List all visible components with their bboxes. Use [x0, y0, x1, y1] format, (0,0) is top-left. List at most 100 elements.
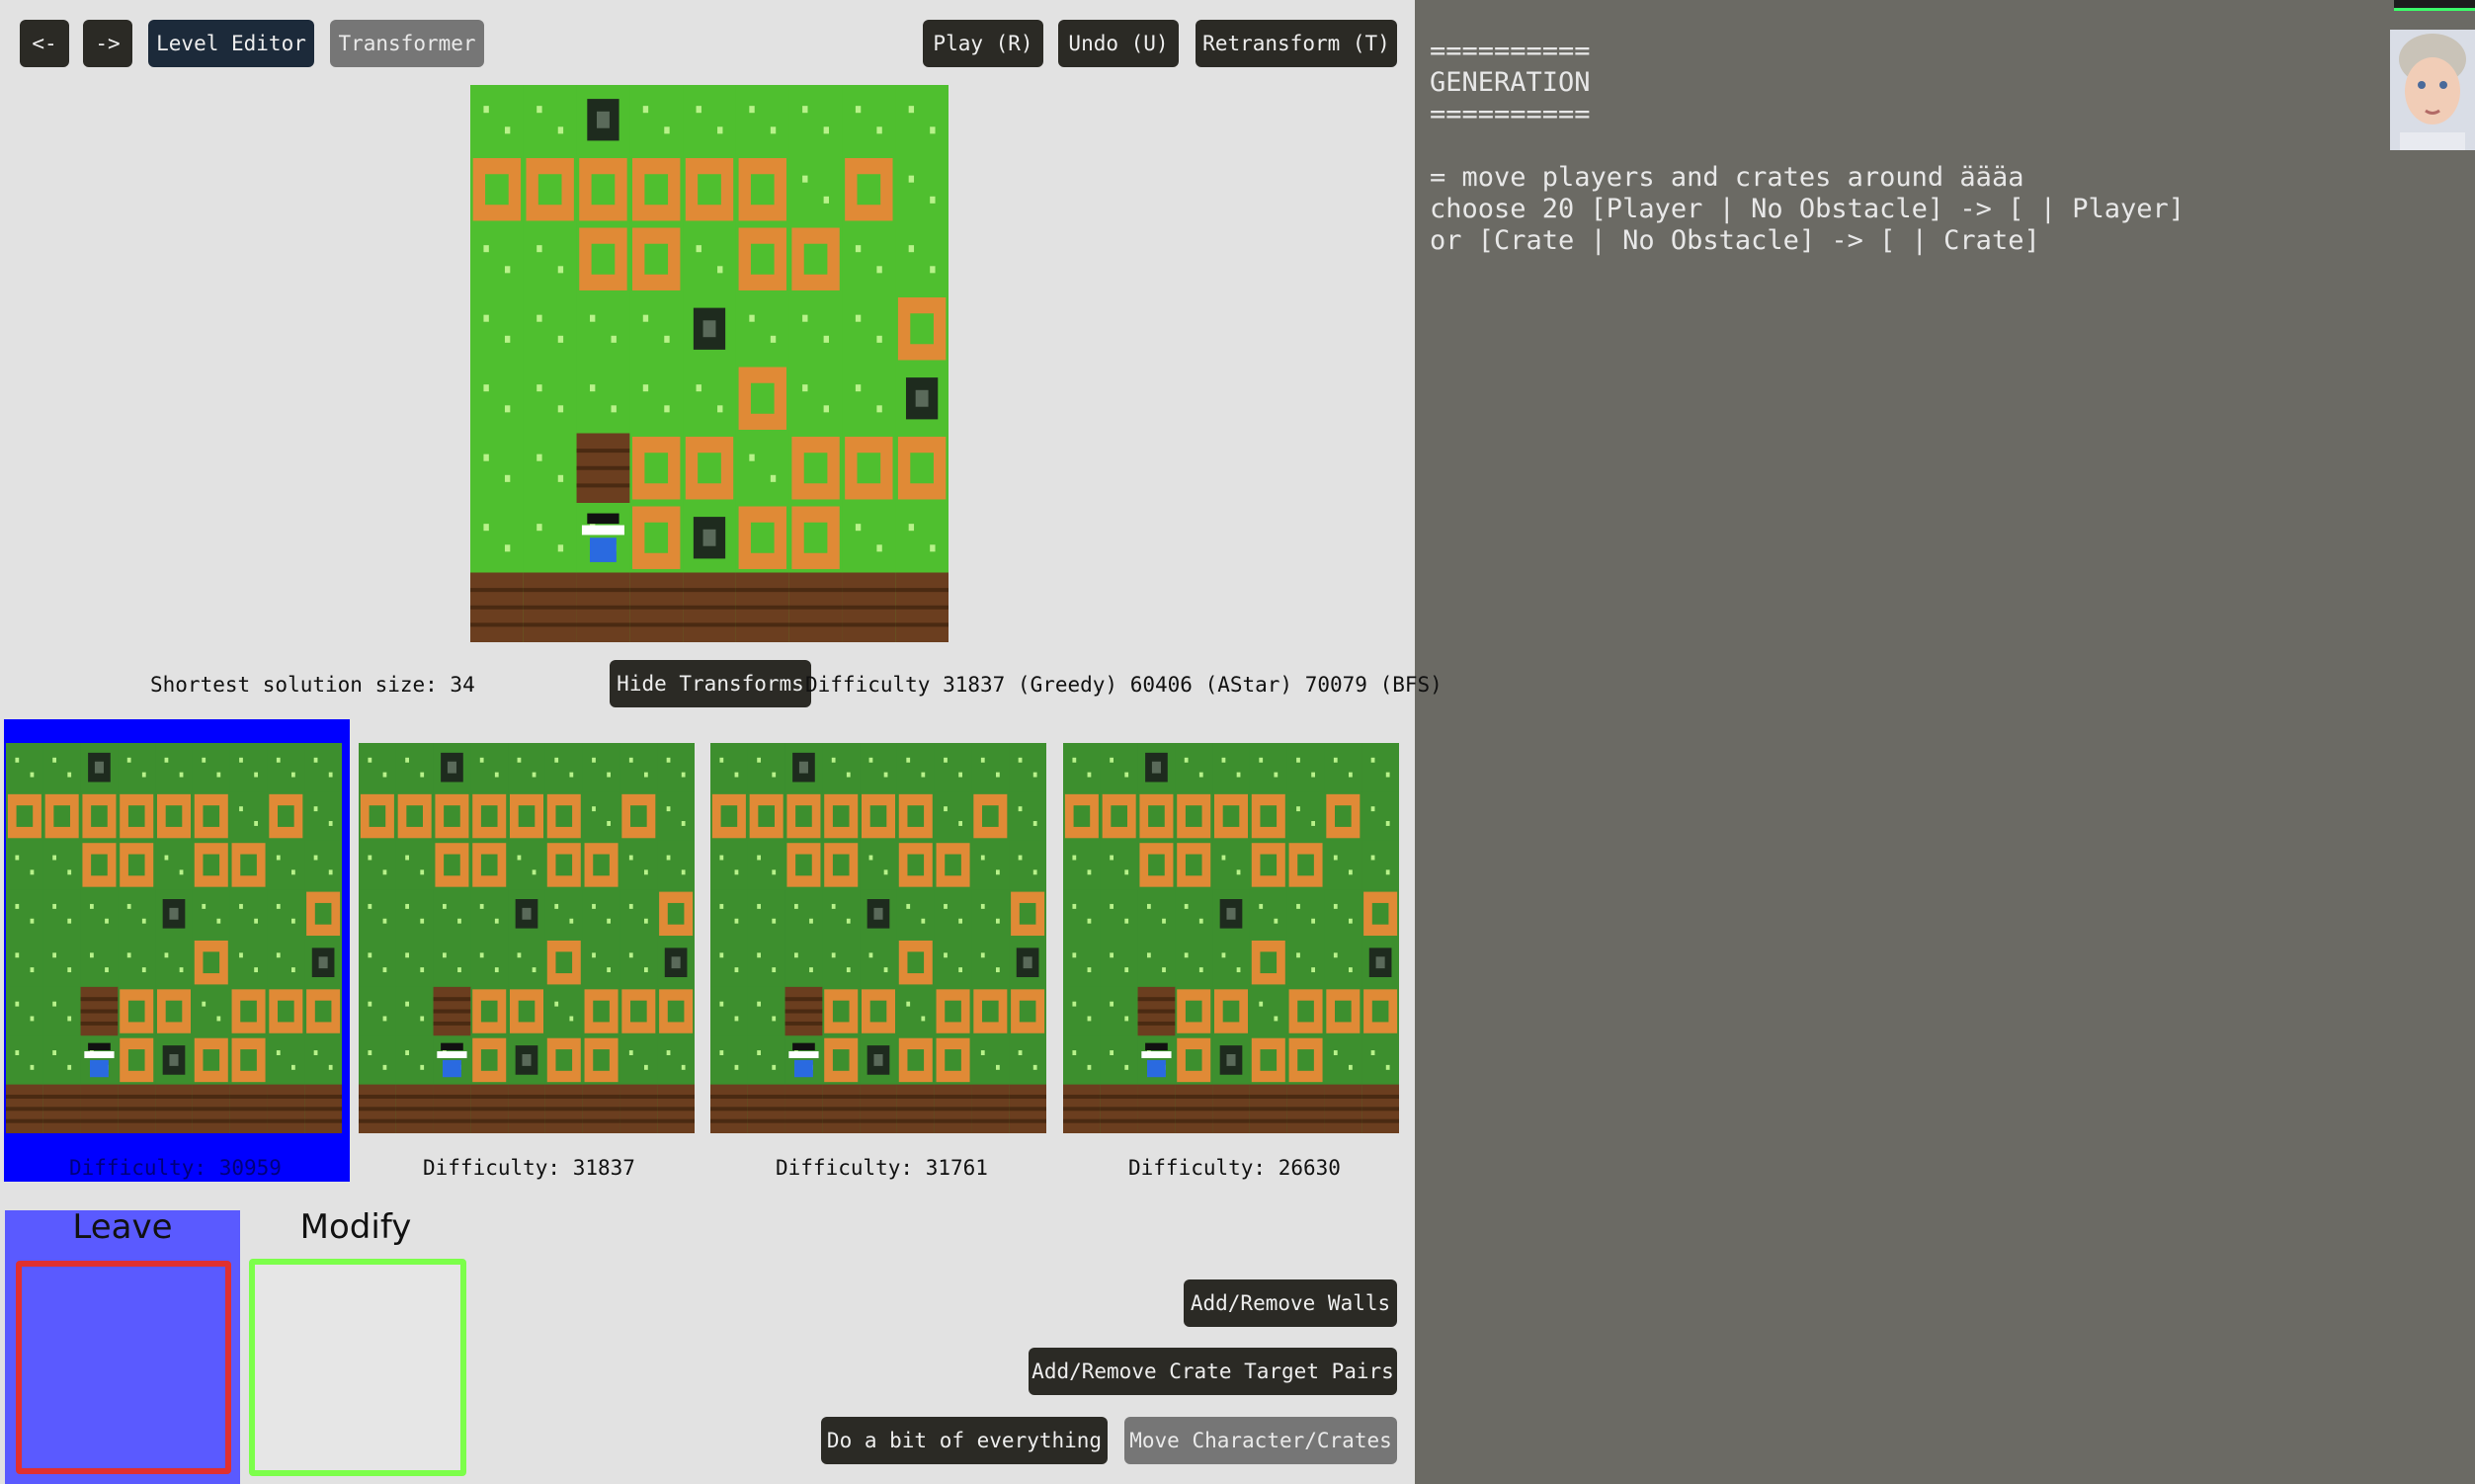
- grass-tile: [267, 840, 305, 890]
- grass-tile: [470, 503, 525, 573]
- grass-tile: [267, 1035, 305, 1086]
- grass-tile: [710, 840, 749, 890]
- grass-tile: [747, 938, 786, 988]
- candidate-difficulty: Difficulty: 31761: [776, 1156, 988, 1180]
- grass-tile: [359, 1035, 397, 1086]
- grass-tile: [582, 791, 620, 842]
- grass-tile: [118, 938, 156, 988]
- candidate-thumbnail[interactable]: [1063, 743, 1399, 1133]
- grass-tile: [544, 743, 584, 792]
- grass-tile: [1212, 938, 1251, 988]
- grass-tile: [508, 840, 546, 890]
- add-remove-crate-target-pairs-button[interactable]: Add/Remove Crate Target Pairs: [1029, 1348, 1397, 1395]
- grass-tile: [80, 889, 119, 939]
- main-level-canvas[interactable]: [470, 85, 949, 642]
- grass-tile: [710, 889, 749, 939]
- grass-tile: [470, 433, 525, 504]
- move-character-crates-button[interactable]: Move Character/Crates: [1124, 1417, 1397, 1464]
- hide-transforms-button[interactable]: Hide Transforms: [610, 660, 811, 707]
- grass-tile: [1324, 1035, 1362, 1086]
- grass-tile: [842, 364, 896, 434]
- forward-button[interactable]: ->: [83, 20, 132, 67]
- grass-tile: [155, 938, 194, 988]
- grass-tile: [576, 364, 630, 434]
- player-sprite: [1145, 1042, 1168, 1051]
- grass-tile: [683, 364, 737, 434]
- grass-tile: [1361, 1035, 1399, 1086]
- grass-tile: [822, 743, 861, 792]
- grass-tile: [155, 743, 194, 792]
- candidate-thumbnail[interactable]: [359, 743, 695, 1133]
- grass-tile: [1249, 986, 1288, 1036]
- top-right-indicator: [2394, 0, 2475, 11]
- grass-tile: [747, 840, 786, 890]
- grass-tile: [267, 889, 305, 939]
- grass-tile: [1063, 938, 1102, 988]
- grass-tile: [470, 889, 509, 939]
- grass-tile: [710, 938, 749, 988]
- grass-tile: [304, 743, 342, 792]
- grass-tile: [192, 986, 231, 1036]
- grass-tile: [229, 743, 268, 792]
- grass-tile: [1324, 743, 1362, 792]
- grass-tile: [304, 840, 342, 890]
- grass-tile: [523, 85, 578, 155]
- grass-tile: [544, 889, 584, 939]
- add-remove-walls-button[interactable]: Add/Remove Walls: [1184, 1279, 1397, 1327]
- grass-tile: [6, 938, 44, 988]
- grass-tile: [896, 986, 936, 1036]
- grass-tile: [395, 1035, 435, 1086]
- grass-tile: [657, 791, 695, 842]
- candidate-difficulty: Difficulty: 30959: [69, 1156, 282, 1180]
- grass-tile: [1175, 743, 1213, 792]
- grass-tile: [934, 938, 972, 988]
- grass-tile: [359, 938, 397, 988]
- grass-tile: [1137, 938, 1176, 988]
- grass-tile: [523, 293, 578, 365]
- retransform-button[interactable]: Retransform (T): [1196, 20, 1397, 67]
- grass-tile: [629, 293, 684, 365]
- grass-tile: [842, 224, 896, 294]
- modify-swatch[interactable]: [249, 1259, 466, 1476]
- grass-tile: [657, 1035, 695, 1086]
- grass-tile: [1063, 743, 1102, 792]
- grass-tile: [619, 1035, 658, 1086]
- grass-tile: [80, 938, 119, 988]
- candidate-difficulty: Difficulty: 26630: [1128, 1156, 1341, 1180]
- grass-tile: [747, 986, 786, 1036]
- grass-tile: [1009, 791, 1046, 842]
- candidate-thumbnail[interactable]: [710, 743, 1046, 1133]
- grass-tile: [6, 840, 44, 890]
- grass-tile: [118, 889, 156, 939]
- grass-tile: [544, 986, 584, 1036]
- undo-button[interactable]: Undo (U): [1058, 20, 1179, 67]
- grass-tile: [735, 85, 790, 155]
- grass-tile: [735, 433, 790, 504]
- avatar: [2390, 30, 2475, 150]
- grass-tile: [629, 85, 684, 155]
- leave-swatch[interactable]: [16, 1261, 231, 1474]
- grass-tile: [683, 85, 737, 155]
- do-a-bit-of-everything-button[interactable]: Do a bit of everything: [821, 1417, 1108, 1464]
- modify-label: Modify: [299, 1207, 412, 1247]
- grass-tile: [1063, 1035, 1102, 1086]
- grass-tile: [1137, 889, 1176, 939]
- player-sprite: [792, 1042, 815, 1051]
- grass-tile: [118, 743, 156, 792]
- grass-tile: [359, 986, 397, 1036]
- transformer-tab[interactable]: Transformer: [330, 20, 484, 67]
- grass-tile: [710, 1035, 749, 1086]
- level-editor-tab[interactable]: Level Editor: [148, 20, 314, 67]
- grass-tile: [267, 938, 305, 988]
- grass-tile: [155, 840, 194, 890]
- play-button[interactable]: Play (R): [923, 20, 1043, 67]
- grass-tile: [470, 364, 525, 434]
- candidate-thumbnail[interactable]: [6, 743, 342, 1133]
- grass-tile: [896, 743, 936, 792]
- grass-tile: [470, 743, 509, 792]
- generation-console: ========== GENERATION ========== = move pla…: [1430, 36, 2185, 257]
- grass-tile: [1100, 743, 1139, 792]
- back-button[interactable]: <-: [20, 20, 69, 67]
- grass-tile: [895, 224, 949, 294]
- grass-tile: [1100, 938, 1139, 988]
